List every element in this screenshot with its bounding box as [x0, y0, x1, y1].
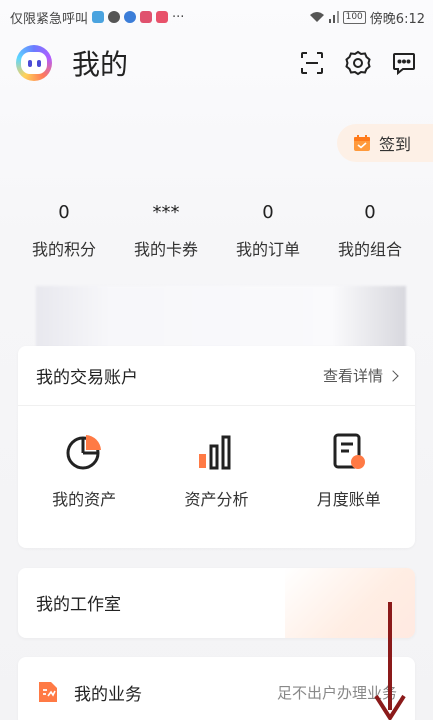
- my-assets-item[interactable]: 我的资产: [29, 432, 139, 510]
- trade-account-items: 我的资产 资产分析 月度账单: [18, 406, 415, 510]
- page-title: 我的: [72, 48, 129, 81]
- scan-icon[interactable]: [299, 50, 325, 76]
- stat-value: 0: [262, 202, 274, 223]
- chevron-right-icon: [387, 369, 399, 382]
- status-right: 100 傍晚6:12: [309, 8, 425, 27]
- gear-icon[interactable]: [345, 50, 371, 76]
- pie-chart-icon: [66, 435, 102, 470]
- status-text: 仅限紧急呼叫: [10, 11, 89, 27]
- business-card[interactable]: 我的业务 足不出户办理业务: [18, 657, 415, 720]
- app-icon: [124, 11, 137, 23]
- status-bar: 仅限紧急呼叫 ··· 100 傍晚6:12: [0, 0, 433, 34]
- stat-points[interactable]: 0 我的积分: [14, 200, 114, 260]
- card-title: 我的交易账户: [36, 368, 138, 388]
- app-icon: [156, 11, 169, 23]
- stat-value: 0: [364, 202, 376, 223]
- stat-portfolios[interactable]: 0 我的组合: [320, 200, 420, 260]
- stat-label: 我的组合: [337, 240, 402, 259]
- status-left: 仅限紧急呼叫 ···: [10, 8, 184, 27]
- stat-label: 我的积分: [31, 240, 96, 259]
- wifi-icon: [309, 12, 324, 22]
- item-label: 资产分析: [184, 490, 249, 509]
- view-details-label: 查看详情: [322, 367, 383, 385]
- arrow-down-icon: [374, 602, 406, 720]
- stat-orders[interactable]: 0 我的订单: [218, 200, 318, 260]
- studio-card[interactable]: 我的工作室: [18, 568, 415, 638]
- stat-label: 我的卡券: [133, 240, 198, 259]
- calendar-icon: [354, 135, 370, 151]
- promo-banner[interactable]: [36, 286, 406, 348]
- checkin-label: 签到: [379, 135, 412, 154]
- bill-icon: [333, 433, 365, 469]
- asset-analysis-item[interactable]: 资产分析: [161, 432, 271, 510]
- app-icon: [140, 11, 153, 23]
- avatar[interactable]: [16, 45, 52, 81]
- bar-chart-icon: [199, 435, 231, 470]
- header-actions: [299, 50, 417, 76]
- trade-account-card: 我的交易账户 查看详情 我的资产 资产分析 月度账单: [18, 346, 415, 548]
- stat-value: ***: [152, 202, 180, 223]
- page-header: 我的: [0, 40, 433, 86]
- stat-coupons[interactable]: *** 我的卡券: [116, 200, 216, 260]
- card-title: 我的业务: [74, 684, 142, 705]
- battery-icon: 100: [342, 10, 366, 24]
- item-label: 我的资产: [52, 490, 117, 509]
- message-icon[interactable]: [391, 50, 417, 76]
- trade-account-header: 我的交易账户 查看详情: [18, 346, 415, 406]
- document-icon: [39, 682, 57, 702]
- avatar-face-icon: [21, 52, 47, 74]
- status-time: 傍晚6:12: [369, 11, 425, 27]
- stat-value: 0: [58, 202, 70, 223]
- wechat-icon: [108, 11, 121, 23]
- item-label: 月度账单: [316, 490, 381, 509]
- monthly-bill-item[interactable]: 月度账单: [294, 432, 404, 510]
- app-notification-icon: [92, 11, 105, 23]
- signal-icon: [328, 11, 339, 23]
- more-notifications: ···: [172, 9, 185, 25]
- checkin-button[interactable]: 签到: [337, 124, 433, 162]
- stats-row: 0 我的积分 *** 我的卡券 0 我的订单 0 我的组合: [14, 200, 420, 260]
- card-title: 我的工作室: [36, 595, 121, 615]
- stat-label: 我的订单: [235, 240, 300, 259]
- view-details-link[interactable]: 查看详情: [322, 365, 399, 386]
